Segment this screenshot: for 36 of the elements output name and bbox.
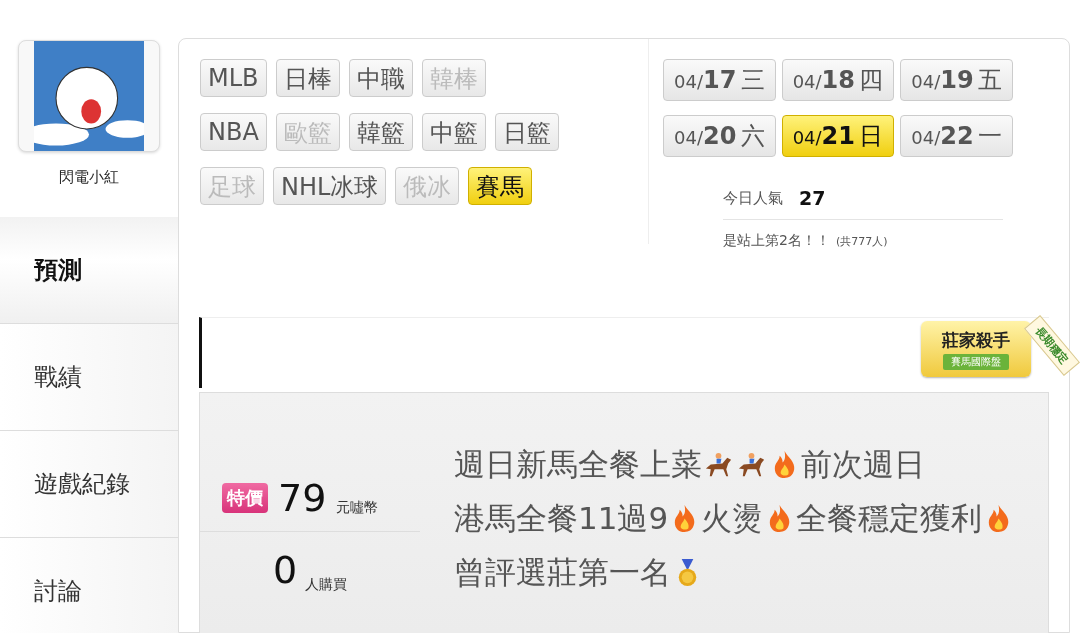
description-text: 全餐穩定獲 [796,499,952,538]
sport-tab[interactable]: 日棒 [275,59,340,97]
date-tab[interactable]: 04/21 日 [781,115,895,157]
nav-item[interactable]: 預測 [0,217,178,324]
popularity-value: 27 [799,187,826,209]
sport-tab[interactable]: NBA [200,113,267,151]
price-unit: 元噓幣 [336,499,379,517]
description-text: 利 [951,499,983,538]
rank-text: 是站上第2名！！ [723,232,830,250]
sport-tab[interactable]: 中籃 [421,113,486,151]
buyer-count: 0 [272,548,298,592]
description-text: 火燙 [701,499,764,538]
date-tab[interactable]: 04/22 一 [900,115,1013,157]
sport-tab[interactable]: 日籃 [494,113,559,151]
date-tab[interactable]: 04/20 六 [663,115,776,157]
sport-tab[interactable]: 中職 [348,59,413,97]
sport-tab[interactable]: MLB [200,59,267,97]
price-value: 79 [278,476,327,520]
date-tab[interactable]: 04/19 五 [900,59,1013,101]
popularity-label: 今日人氣 [723,188,783,208]
description-text: 港馬全餐11過9 [454,499,669,538]
sport-tab[interactable]: NHL冰球 [273,167,387,205]
user-name: 閃電小紅 [59,168,119,187]
nav-item[interactable]: 遊戲紀錄 [0,431,178,538]
date-tab[interactable]: 04/18 四 [781,59,895,101]
sale-tag: 特價 [222,483,268,513]
description-text: 前次週日 [801,445,925,484]
description-text: 曾評選莊第一名 [454,553,671,592]
nav-item[interactable]: 戰績 [0,324,178,431]
badge: 莊家殺手 賽馬國際盤 [921,321,1031,377]
date-tab[interactable]: 04/17 三 [663,59,776,101]
rank-note: (共777人) [835,233,888,249]
buyer-unit: 人購買 [305,576,348,594]
description-text: 週日新馬全餐上菜 [454,445,702,484]
sport-tab[interactable]: 韓籃 [348,113,413,151]
sport-tab[interactable]: 賽馬 [468,167,533,205]
